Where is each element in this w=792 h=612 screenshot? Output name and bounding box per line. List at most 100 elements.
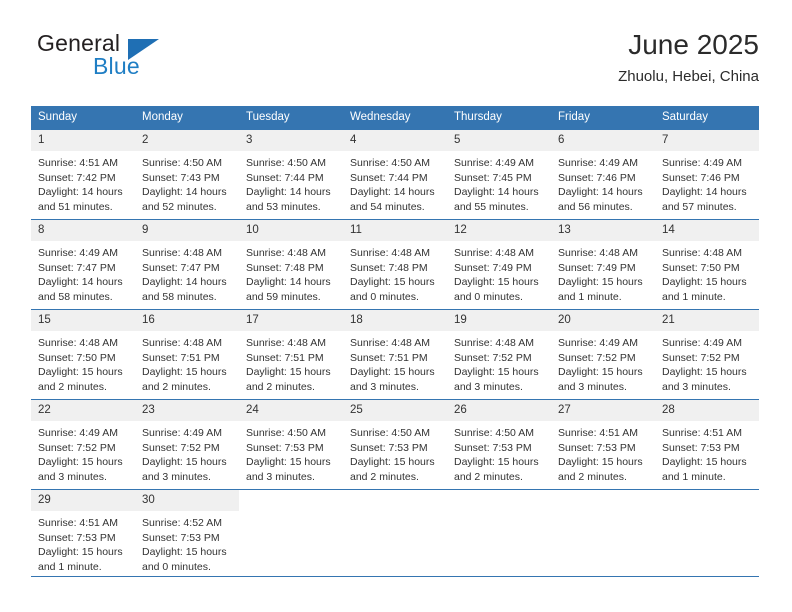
- sunset-text: Sunset: 7:52 PM: [38, 441, 116, 454]
- day-cell[interactable]: 5 Sunrise: 4:49 AM Sunset: 7:45 PM Dayli…: [447, 129, 551, 220]
- daylight-text-line2: and 53 minutes.: [246, 200, 321, 213]
- day-cell[interactable]: 18 Sunrise: 4:48 AM Sunset: 7:51 PM Dayl…: [343, 309, 447, 400]
- daylight-text-line1: Daylight: 15 hours: [142, 546, 227, 559]
- daylight-text-line1: Daylight: 15 hours: [246, 456, 331, 469]
- sunrise-text: Sunrise: 4:50 AM: [350, 427, 430, 439]
- day-details: Sunrise: 4:48 AM Sunset: 7:49 PM Dayligh…: [447, 241, 551, 304]
- weekday-header-friday: Friday: [551, 106, 655, 130]
- sunset-text: Sunset: 7:53 PM: [454, 441, 532, 454]
- sunset-text: Sunset: 7:53 PM: [38, 531, 116, 544]
- daylight-text-line1: Daylight: 14 hours: [350, 186, 435, 199]
- day-cell[interactable]: 28 Sunrise: 4:51 AM Sunset: 7:53 PM Dayl…: [655, 399, 759, 490]
- sunrise-text: Sunrise: 4:49 AM: [38, 247, 118, 259]
- location-subtitle: Zhuolu, Hebei, China: [618, 68, 759, 85]
- sunset-text: Sunset: 7:52 PM: [142, 441, 220, 454]
- day-cell[interactable]: 8 Sunrise: 4:49 AM Sunset: 7:47 PM Dayli…: [31, 219, 135, 310]
- day-number: 13: [551, 220, 655, 241]
- sunrise-text: Sunrise: 4:49 AM: [558, 157, 638, 169]
- day-cell[interactable]: 1 Sunrise: 4:51 AM Sunset: 7:42 PM Dayli…: [31, 129, 135, 220]
- daylight-text-line2: and 2 minutes.: [38, 380, 107, 393]
- general-blue-logo[interactable]: General Blue: [31, 28, 291, 90]
- daylight-text-line1: Daylight: 15 hours: [38, 366, 123, 379]
- day-cell[interactable]: 30 Sunrise: 4:52 AM Sunset: 7:53 PM Dayl…: [135, 489, 239, 577]
- day-cell[interactable]: 12 Sunrise: 4:48 AM Sunset: 7:49 PM Dayl…: [447, 219, 551, 310]
- day-cell[interactable]: 10 Sunrise: 4:48 AM Sunset: 7:48 PM Dayl…: [239, 219, 343, 310]
- daylight-text-line1: Daylight: 15 hours: [454, 366, 539, 379]
- day-number: 18: [343, 310, 447, 331]
- sunrise-text: Sunrise: 4:50 AM: [246, 427, 326, 439]
- sunset-text: Sunset: 7:47 PM: [142, 261, 220, 274]
- daylight-text-line1: Daylight: 15 hours: [142, 456, 227, 469]
- day-cell[interactable]: 7 Sunrise: 4:49 AM Sunset: 7:46 PM Dayli…: [655, 129, 759, 220]
- day-cell[interactable]: 27 Sunrise: 4:51 AM Sunset: 7:53 PM Dayl…: [551, 399, 655, 490]
- day-cell[interactable]: 19 Sunrise: 4:48 AM Sunset: 7:52 PM Dayl…: [447, 309, 551, 400]
- sunset-text: Sunset: 7:52 PM: [558, 351, 636, 364]
- sunrise-text: Sunrise: 4:48 AM: [38, 337, 118, 349]
- weekday-header-wednesday: Wednesday: [343, 106, 447, 130]
- day-number: 27: [551, 400, 655, 421]
- day-cell[interactable]: 20 Sunrise: 4:49 AM Sunset: 7:52 PM Dayl…: [551, 309, 655, 400]
- day-details: Sunrise: 4:50 AM Sunset: 7:53 PM Dayligh…: [239, 421, 343, 484]
- day-cell[interactable]: 21 Sunrise: 4:49 AM Sunset: 7:52 PM Dayl…: [655, 309, 759, 400]
- day-cell[interactable]: 6 Sunrise: 4:49 AM Sunset: 7:46 PM Dayli…: [551, 129, 655, 220]
- day-cell[interactable]: 9 Sunrise: 4:48 AM Sunset: 7:47 PM Dayli…: [135, 219, 239, 310]
- calendar-week-row: 15 Sunrise: 4:48 AM Sunset: 7:50 PM Dayl…: [31, 309, 759, 400]
- day-number: 11: [343, 220, 447, 241]
- daylight-text-line2: and 3 minutes.: [246, 470, 315, 483]
- day-cell[interactable]: 13 Sunrise: 4:48 AM Sunset: 7:49 PM Dayl…: [551, 219, 655, 310]
- day-details: Sunrise: 4:51 AM Sunset: 7:53 PM Dayligh…: [655, 421, 759, 484]
- day-details: Sunrise: 4:50 AM Sunset: 7:44 PM Dayligh…: [343, 151, 447, 214]
- day-cell[interactable]: 2 Sunrise: 4:50 AM Sunset: 7:43 PM Dayli…: [135, 129, 239, 220]
- sunrise-text: Sunrise: 4:50 AM: [350, 157, 430, 169]
- day-cell[interactable]: 25 Sunrise: 4:50 AM Sunset: 7:53 PM Dayl…: [343, 399, 447, 490]
- page-title: June 2025: [628, 29, 759, 60]
- day-cell[interactable]: 4 Sunrise: 4:50 AM Sunset: 7:44 PM Dayli…: [343, 129, 447, 220]
- daylight-text-line1: Daylight: 15 hours: [558, 366, 643, 379]
- day-details: Sunrise: 4:48 AM Sunset: 7:51 PM Dayligh…: [239, 331, 343, 394]
- day-details: Sunrise: 4:49 AM Sunset: 7:45 PM Dayligh…: [447, 151, 551, 214]
- sunset-text: Sunset: 7:49 PM: [558, 261, 636, 274]
- day-details: Sunrise: 4:48 AM Sunset: 7:50 PM Dayligh…: [31, 331, 135, 394]
- day-cell-empty: [655, 489, 759, 577]
- day-cell[interactable]: 3 Sunrise: 4:50 AM Sunset: 7:44 PM Dayli…: [239, 129, 343, 220]
- day-number: 23: [135, 400, 239, 421]
- daylight-text-line1: Daylight: 14 hours: [142, 276, 227, 289]
- day-details: Sunrise: 4:51 AM Sunset: 7:42 PM Dayligh…: [31, 151, 135, 214]
- sunrise-text: Sunrise: 4:50 AM: [142, 157, 222, 169]
- day-cell-empty: [239, 489, 343, 577]
- daylight-text-line1: Daylight: 15 hours: [246, 366, 331, 379]
- day-cell[interactable]: 22 Sunrise: 4:49 AM Sunset: 7:52 PM Dayl…: [31, 399, 135, 490]
- sunrise-text: Sunrise: 4:49 AM: [662, 157, 742, 169]
- day-number: 9: [135, 220, 239, 241]
- day-cell[interactable]: 29 Sunrise: 4:51 AM Sunset: 7:53 PM Dayl…: [31, 489, 135, 577]
- day-cell[interactable]: 23 Sunrise: 4:49 AM Sunset: 7:52 PM Dayl…: [135, 399, 239, 490]
- day-number: [343, 490, 447, 511]
- sunrise-text: Sunrise: 4:49 AM: [662, 337, 742, 349]
- weekday-header-thursday: Thursday: [447, 106, 551, 130]
- logo-text-blue: Blue: [93, 53, 140, 79]
- day-cell[interactable]: 17 Sunrise: 4:48 AM Sunset: 7:51 PM Dayl…: [239, 309, 343, 400]
- sunset-text: Sunset: 7:47 PM: [38, 261, 116, 274]
- sunset-text: Sunset: 7:45 PM: [454, 171, 532, 184]
- day-number: [655, 490, 759, 511]
- daylight-text-line1: Daylight: 14 hours: [246, 186, 331, 199]
- day-cell[interactable]: 14 Sunrise: 4:48 AM Sunset: 7:50 PM Dayl…: [655, 219, 759, 310]
- day-number: 8: [31, 220, 135, 241]
- daylight-text-line2: and 2 minutes.: [246, 380, 315, 393]
- daylight-text-line1: Daylight: 15 hours: [662, 456, 747, 469]
- sunset-text: Sunset: 7:48 PM: [246, 261, 324, 274]
- calendar-grid: Sunday Monday Tuesday Wednesday Thursday…: [31, 106, 759, 577]
- day-cell[interactable]: 16 Sunrise: 4:48 AM Sunset: 7:51 PM Dayl…: [135, 309, 239, 400]
- daylight-text-line2: and 3 minutes.: [662, 380, 731, 393]
- day-details: Sunrise: 4:48 AM Sunset: 7:52 PM Dayligh…: [447, 331, 551, 394]
- day-cell[interactable]: 11 Sunrise: 4:48 AM Sunset: 7:48 PM Dayl…: [343, 219, 447, 310]
- day-cell[interactable]: 24 Sunrise: 4:50 AM Sunset: 7:53 PM Dayl…: [239, 399, 343, 490]
- day-number: 14: [655, 220, 759, 241]
- daylight-text-line1: Daylight: 14 hours: [142, 186, 227, 199]
- sunset-text: Sunset: 7:53 PM: [142, 531, 220, 544]
- day-cell[interactable]: 15 Sunrise: 4:48 AM Sunset: 7:50 PM Dayl…: [31, 309, 135, 400]
- daylight-text-line2: and 2 minutes.: [142, 380, 211, 393]
- day-cell[interactable]: 26 Sunrise: 4:50 AM Sunset: 7:53 PM Dayl…: [447, 399, 551, 490]
- sunrise-text: Sunrise: 4:50 AM: [454, 427, 534, 439]
- daylight-text-line2: and 54 minutes.: [350, 200, 425, 213]
